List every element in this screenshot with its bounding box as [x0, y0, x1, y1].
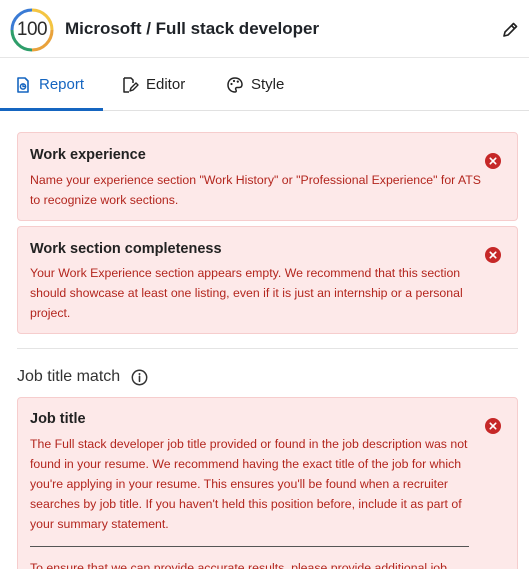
dismiss-button[interactable] — [485, 418, 501, 434]
check-message: Your Work Experience section appears emp… — [30, 266, 463, 320]
dismiss-button[interactable] — [485, 247, 501, 263]
check-title: Job title — [30, 411, 86, 427]
report-document-icon — [17, 76, 29, 93]
check-message: The Full stack developer job title provi… — [30, 437, 468, 531]
check-title: Work section completeness — [30, 241, 222, 257]
info-icon — [131, 369, 148, 386]
header: 100 Microsoft / Full stack developer — [0, 0, 529, 58]
tab-bar: Report Editor Style — [0, 58, 529, 111]
card-divider — [30, 546, 469, 547]
pencil-icon — [503, 22, 518, 37]
tab-editor-label: Editor — [146, 76, 186, 93]
tab-report-label: Report — [39, 76, 85, 93]
tab-style[interactable]: Style — [226, 58, 284, 111]
check-message: Name your experience section "Work Histo… — [30, 173, 481, 207]
score-ring: 100 — [9, 7, 55, 53]
tab-report[interactable]: Report — [14, 58, 84, 111]
edit-title-button[interactable] — [500, 20, 520, 40]
info-button[interactable] — [131, 369, 148, 386]
check-title: Work experience — [30, 147, 146, 163]
score-value: 100 — [16, 19, 48, 40]
page-title: Microsoft / Full stack developer — [65, 19, 320, 38]
check-card-work-experience: Work experience Name your experience sec… — [17, 132, 518, 221]
active-tab-indicator — [0, 108, 103, 111]
check-card-work-section-completeness: Work section completeness Your Work Expe… — [17, 226, 518, 334]
tab-editor[interactable]: Editor — [121, 58, 185, 111]
tab-style-label: Style — [251, 76, 285, 93]
check-card-job-title: Job title The Full stack developer job t… — [17, 397, 518, 569]
close-circle-icon — [489, 157, 497, 165]
check-note: To ensure that we can provide accurate r… — [30, 561, 447, 569]
close-circle-icon — [489, 251, 497, 259]
editor-pen-icon — [123, 76, 139, 93]
section-divider — [17, 348, 518, 349]
close-circle-icon — [489, 422, 497, 430]
palette-icon — [227, 76, 243, 93]
section-title-job-title-match: Job title match — [17, 368, 121, 385]
dismiss-button[interactable] — [485, 153, 501, 169]
